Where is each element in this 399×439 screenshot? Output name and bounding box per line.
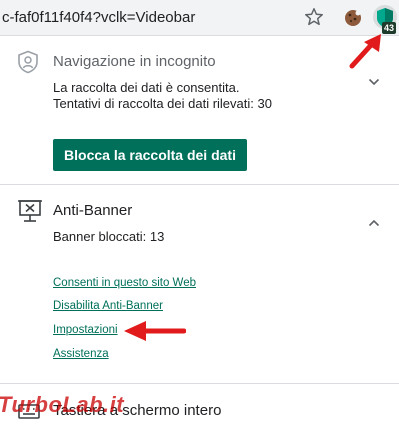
settings-link[interactable]: Impostazioni xyxy=(53,324,118,336)
chevron-up-icon[interactable] xyxy=(368,219,380,227)
chevron-down-icon[interactable] xyxy=(368,78,380,86)
incognito-attempts: Tentativi di raccolta dei dati rilevati:… xyxy=(53,96,272,111)
incognito-title: Navigazione in incognito xyxy=(53,53,216,70)
red-arrow-annotation-icon xyxy=(349,34,381,69)
banners-blocked-count: Banner bloccati: 13 xyxy=(53,229,165,244)
disable-anti-banner-link[interactable]: Disabilita Anti-Banner xyxy=(53,300,163,312)
section-divider xyxy=(0,383,399,384)
url-text[interactable]: c-faf0f11f40f4?vclk=Videobar xyxy=(2,9,195,26)
bookmark-star-icon[interactable] xyxy=(303,6,325,28)
block-data-collection-button[interactable]: Blocca la raccolta dei dati xyxy=(53,139,247,171)
anti-banner-title: Anti-Banner xyxy=(53,202,133,219)
anti-banner-icon xyxy=(18,200,42,222)
section-divider xyxy=(0,184,399,185)
allow-on-site-link[interactable]: Consenti in questo sito Web xyxy=(53,277,196,289)
red-arrow-pointer-icon xyxy=(124,321,186,341)
incognito-shield-icon xyxy=(18,50,38,74)
incognito-status: La raccolta dei dati è consentita. xyxy=(53,80,240,95)
help-link[interactable]: Assistenza xyxy=(53,348,109,360)
cookie-extension-icon[interactable] xyxy=(343,8,363,28)
watermark: TurboLab.it xyxy=(0,392,125,417)
address-bar[interactable]: c-faf0f11f40f4?vclk=Videobar xyxy=(0,0,399,36)
